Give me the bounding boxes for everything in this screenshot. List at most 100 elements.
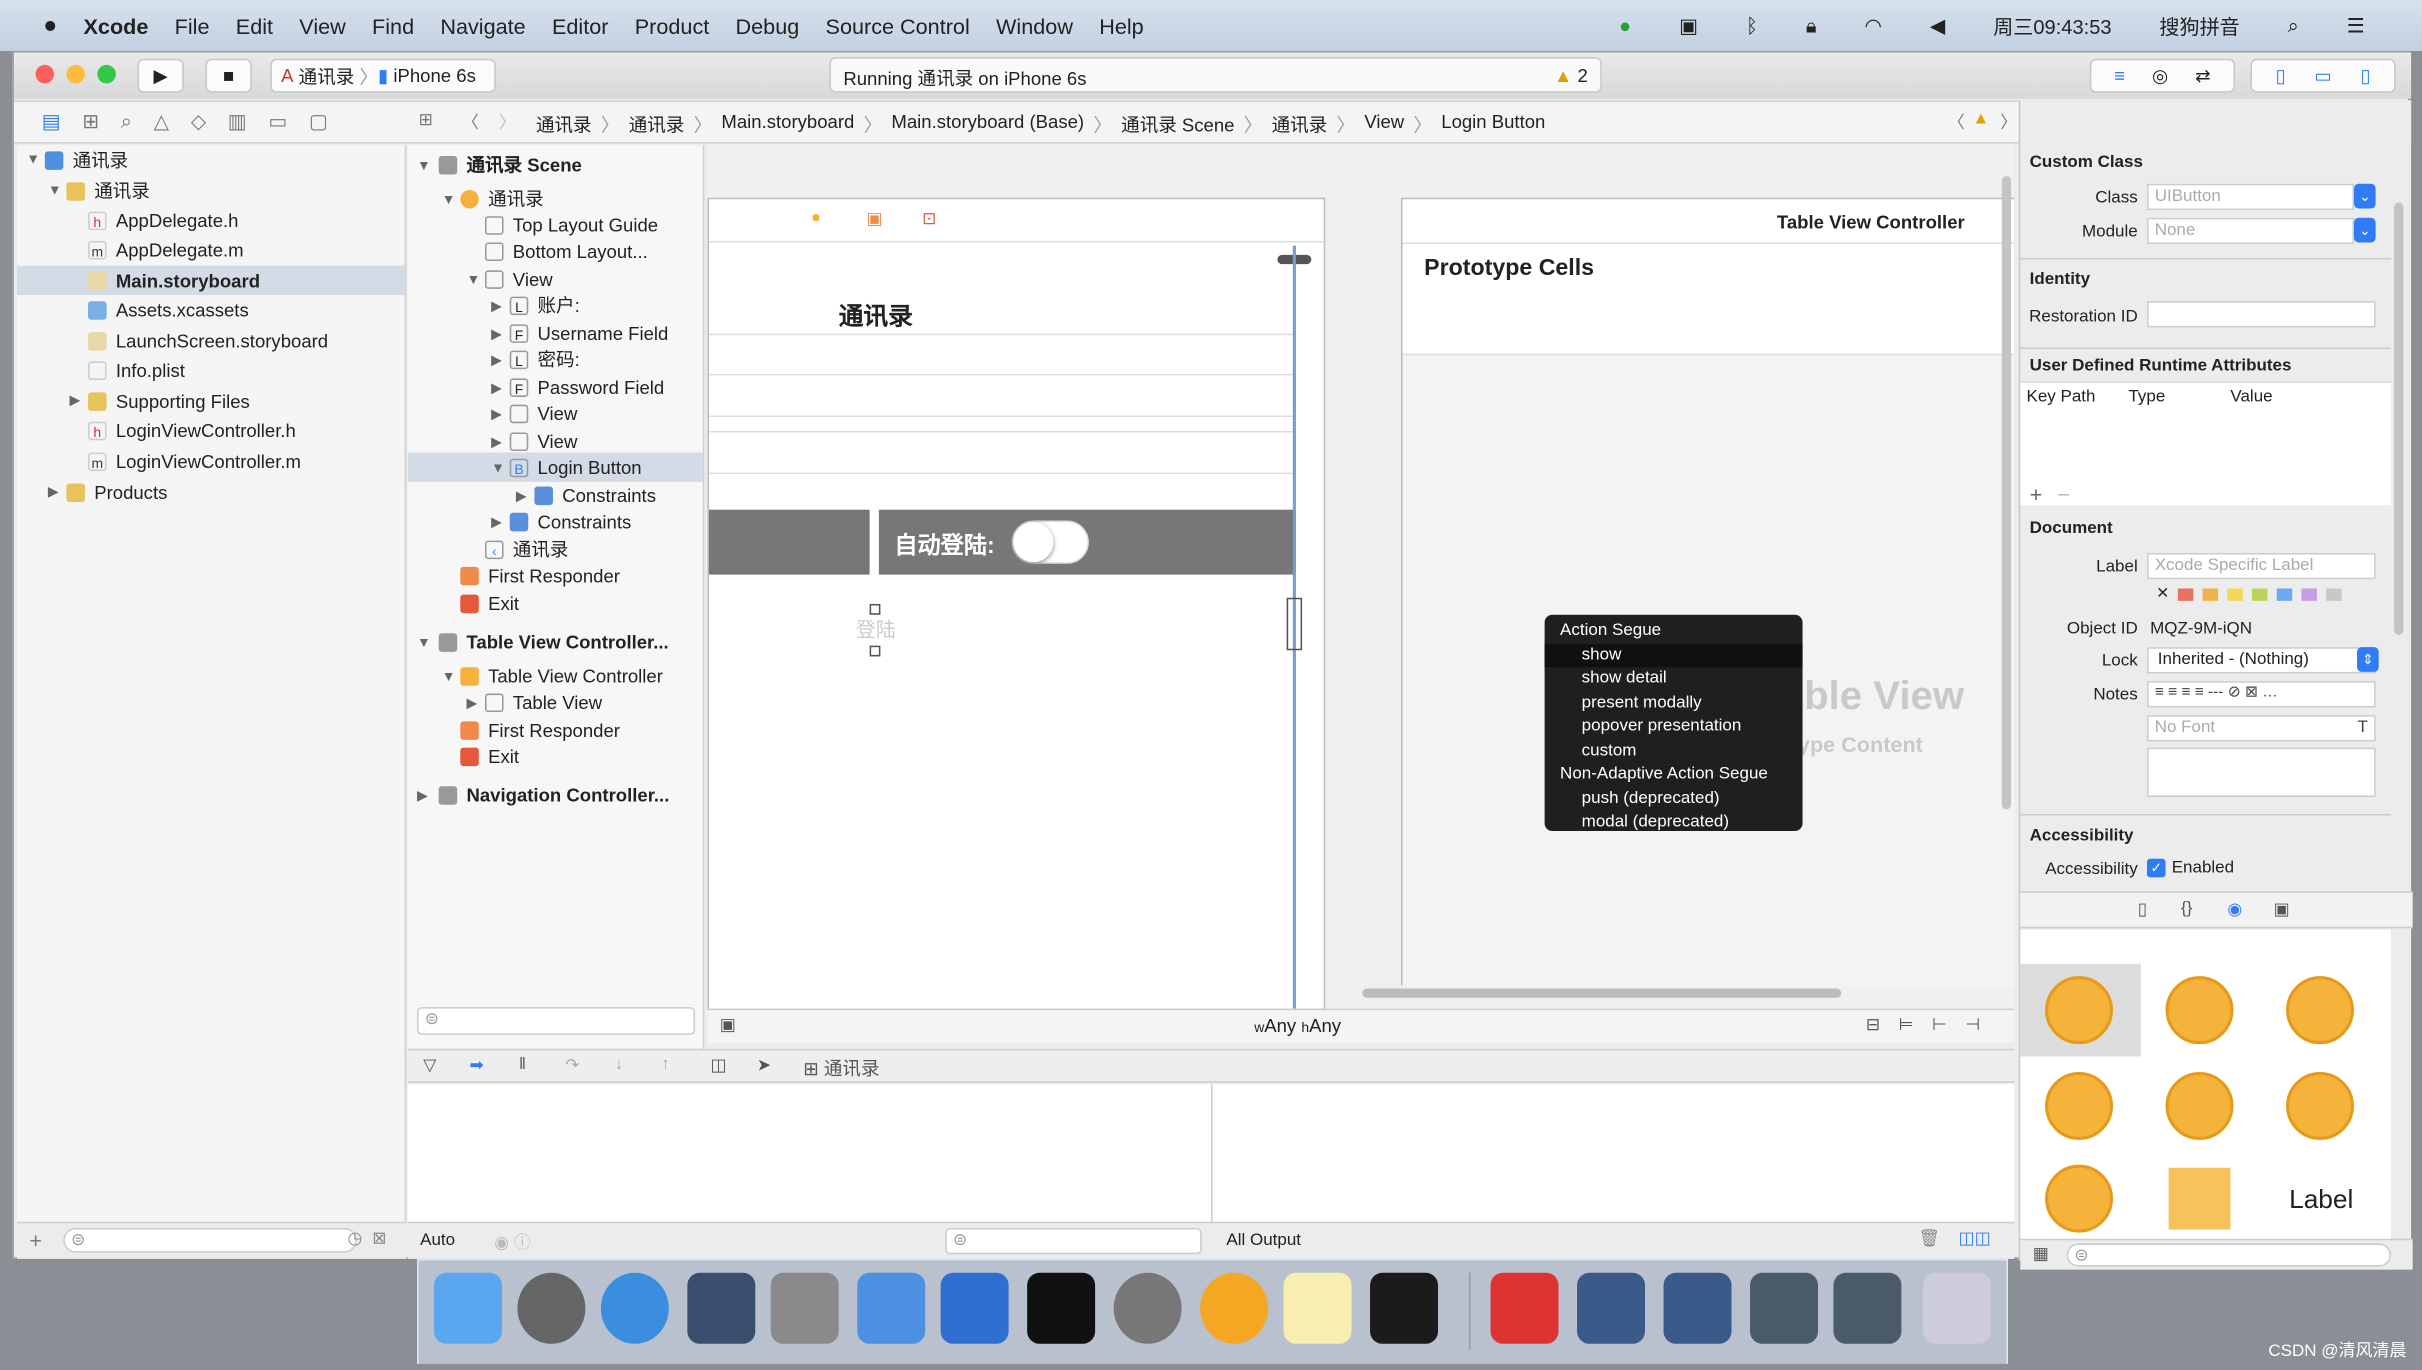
color-swatch[interactable] bbox=[2178, 587, 2194, 601]
document-label-field[interactable]: Xcode Specific Label bbox=[2146, 552, 2376, 580]
outline-scene[interactable]: 通讯录 Scene bbox=[438, 150, 582, 179]
breadcrumb-item[interactable]: 通讯录 Scene bbox=[1121, 111, 1234, 137]
minimize-button[interactable] bbox=[66, 64, 85, 84]
outline-item[interactable]: Constraints bbox=[509, 507, 631, 536]
inspector-scrollbar[interactable] bbox=[2394, 202, 2404, 635]
page-view-controller-object[interactable] bbox=[2045, 1071, 2114, 1140]
terminal-icon[interactable] bbox=[1027, 1272, 1096, 1344]
menu-editor[interactable]: Editor bbox=[552, 13, 608, 38]
media-player-icon[interactable] bbox=[1490, 1272, 1559, 1344]
variables-filter-input[interactable]: ⊜ bbox=[945, 1227, 1202, 1255]
input-method[interactable]: 搜狗拼音 bbox=[2159, 11, 2239, 40]
output-selector[interactable]: All Output bbox=[1226, 1231, 1301, 1250]
add-icon[interactable]: + bbox=[29, 1228, 42, 1253]
add-attribute-icon[interactable]: + bbox=[2030, 482, 2043, 507]
nav-item-group[interactable]: 通讯录 bbox=[66, 176, 150, 205]
outline-item[interactable]: 通讯录 bbox=[460, 184, 544, 213]
nav-item-file[interactable]: m LoginViewController.m bbox=[88, 446, 301, 475]
step-in-icon[interactable]: ↓ bbox=[615, 1055, 623, 1074]
outline-scene[interactable]: Navigation Controller... bbox=[438, 780, 669, 809]
color-icon[interactable]: ⊠ bbox=[2245, 684, 2258, 701]
outline-item[interactable]: Exit bbox=[460, 741, 519, 770]
toggle-navigator-icon[interactable]: ▯ bbox=[2276, 65, 2286, 87]
menu-item-push[interactable]: push (deprecated) bbox=[1545, 787, 1803, 811]
step-over-icon[interactable]: ↷ bbox=[565, 1055, 579, 1076]
outline-item[interactable]: L 账户: bbox=[509, 290, 580, 319]
notification-icon[interactable]: ☰ bbox=[2347, 13, 2365, 38]
clear-color-icon[interactable]: ✕ bbox=[2156, 585, 2169, 602]
close-button[interactable] bbox=[35, 64, 55, 84]
toggle-debug-icon[interactable]: ▭ bbox=[2314, 65, 2332, 87]
breakpoints-icon[interactable]: ➡ bbox=[470, 1055, 484, 1076]
justify-icon[interactable]: ≡ bbox=[2195, 684, 2204, 701]
editor-mode-group[interactable]: ≡ ◎ ⇄ bbox=[2089, 58, 2236, 93]
toggle-utilities-icon[interactable]: ▯ bbox=[2360, 65, 2370, 87]
font-field[interactable]: No Font T bbox=[2146, 715, 2376, 742]
finder-icon[interactable] bbox=[434, 1272, 502, 1344]
size-class-selector[interactable]: wAny hAny bbox=[1254, 1015, 1341, 1037]
outline-item[interactable]: First Responder bbox=[460, 715, 620, 744]
related-items-icon[interactable]: ⊞ bbox=[419, 110, 433, 130]
stack-icon[interactable]: ⊟ bbox=[1866, 1016, 1899, 1035]
photo-booth-icon[interactable] bbox=[770, 1272, 839, 1344]
exit-icon[interactable]: ⊡ bbox=[922, 209, 936, 229]
outline-item[interactable]: Table View bbox=[485, 687, 602, 716]
breadcrumb-item[interactable]: 通讯录 bbox=[536, 111, 592, 137]
breadcrumb-item[interactable]: Main.storyboard bbox=[721, 111, 854, 137]
object-cube[interactable] bbox=[2168, 1167, 2231, 1230]
menu-edit[interactable]: Edit bbox=[236, 13, 273, 38]
color-swatch[interactable] bbox=[2277, 587, 2293, 601]
lock-stepper[interactable]: ⇕ bbox=[2357, 647, 2379, 672]
outline-item[interactable]: F Password Field bbox=[509, 372, 664, 401]
pin-icon[interactable]: ⊢ bbox=[1932, 1016, 1965, 1035]
menu-navigate[interactable]: Navigate bbox=[440, 13, 525, 38]
font-picker-icon[interactable]: T bbox=[2357, 718, 2367, 737]
trash-icon[interactable] bbox=[1923, 1272, 1991, 1344]
auto-login-switch[interactable] bbox=[1011, 520, 1089, 564]
system-preferences-icon[interactable] bbox=[1113, 1272, 1182, 1344]
breadcrumb-item[interactable]: Login Button bbox=[1441, 111, 1545, 137]
menu-source-control[interactable]: Source Control bbox=[826, 13, 970, 38]
sketch-icon[interactable] bbox=[1200, 1272, 1269, 1344]
back-icon[interactable]: 〈 bbox=[462, 110, 479, 135]
module-field[interactable]: None bbox=[2146, 217, 2354, 245]
outline-item[interactable]: ‹ 通讯录 bbox=[485, 534, 568, 563]
outline-item[interactable]: View bbox=[509, 399, 577, 428]
breakpoint-navigator-icon[interactable]: ▭ bbox=[268, 110, 287, 135]
version-editor-icon[interactable]: ⇄ bbox=[2195, 65, 2211, 87]
menu-view[interactable]: View bbox=[299, 13, 345, 38]
volume-icon[interactable]: ◀ bbox=[1930, 13, 1945, 38]
outline-item-selected[interactable]: B Login Button bbox=[407, 452, 703, 482]
object-library-icon[interactable]: ◉ bbox=[2227, 899, 2242, 920]
nav-item-file[interactable]: h LoginViewController.h bbox=[88, 415, 296, 444]
scm-filter-icon[interactable]: ⊠ bbox=[372, 1228, 386, 1249]
file-template-icon[interactable]: ▯ bbox=[2138, 899, 2147, 920]
breadcrumb-item[interactable]: View bbox=[1364, 111, 1404, 137]
nav-item-file[interactable]: m AppDelegate.m bbox=[88, 235, 244, 264]
apple-icon[interactable]: ● bbox=[43, 12, 57, 38]
menu-item-show[interactable]: show bbox=[1544, 643, 1803, 668]
library-filter-input[interactable]: ⊜ bbox=[2066, 1243, 2392, 1267]
outline-item[interactable]: L 密码: bbox=[509, 344, 580, 373]
hide-debug-icon[interactable]: ▽ bbox=[423, 1055, 436, 1076]
nav-item-group[interactable]: Supporting Files bbox=[88, 386, 250, 415]
xcode-icon[interactable] bbox=[857, 1272, 926, 1344]
window-thumb-icon[interactable] bbox=[1577, 1272, 1645, 1344]
outline-item[interactable]: Constraints bbox=[534, 480, 656, 509]
outline-filter-input[interactable]: ⊜ bbox=[417, 1007, 696, 1035]
outline-item[interactable]: First Responder bbox=[460, 561, 620, 590]
forward-icon[interactable]: 〉 bbox=[499, 110, 516, 135]
remove-attribute-icon[interactable]: − bbox=[2057, 482, 2070, 507]
resolve-icon[interactable]: ⊣ bbox=[1965, 1016, 1998, 1035]
bluetooth-icon[interactable]: ᛒ bbox=[1746, 14, 1758, 37]
outline-item[interactable]: Bottom Layout... bbox=[485, 236, 648, 265]
find-navigator-icon[interactable]: ⌕ bbox=[121, 110, 132, 135]
align-left-icon[interactable]: ≡ bbox=[2155, 684, 2164, 701]
step-out-icon[interactable]: ↑ bbox=[661, 1055, 669, 1074]
pause-icon[interactable]: ‖ bbox=[519, 1055, 526, 1074]
notes-icon[interactable] bbox=[1283, 1272, 1352, 1344]
status-app-icon[interactable]: ● bbox=[1619, 14, 1631, 37]
color-swatch[interactable] bbox=[2302, 587, 2318, 601]
outline-scene[interactable]: Table View Controller... bbox=[438, 627, 669, 656]
lock-select[interactable]: Inherited - (Nothing) bbox=[2146, 647, 2376, 674]
